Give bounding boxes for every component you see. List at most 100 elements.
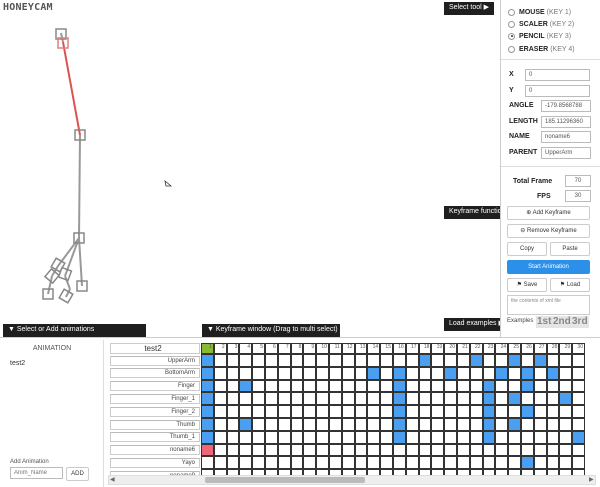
keyframe-cell[interactable] bbox=[354, 456, 368, 470]
keyframe-cell[interactable] bbox=[316, 379, 329, 393]
layer-name[interactable]: Finger bbox=[110, 381, 200, 392]
keyframe-cell[interactable] bbox=[572, 443, 585, 457]
keyframe-cell[interactable] bbox=[546, 418, 560, 431]
keyframe-cell[interactable] bbox=[367, 418, 381, 431]
keyframe-cell[interactable] bbox=[457, 430, 470, 444]
radio-icon-selected[interactable] bbox=[508, 32, 515, 40]
keyframe-cell[interactable] bbox=[367, 379, 381, 393]
name-input[interactable]: noname6 bbox=[541, 131, 591, 143]
keyframe-cell[interactable] bbox=[508, 418, 521, 431]
keyframe-cell[interactable] bbox=[213, 418, 227, 431]
keyframe-cell[interactable] bbox=[457, 354, 470, 367]
keyframe-cell[interactable] bbox=[201, 354, 214, 367]
keyframe-cell[interactable] bbox=[469, 430, 483, 444]
keyframe-cell[interactable] bbox=[226, 405, 240, 418]
keyframe-cell[interactable] bbox=[444, 379, 457, 393]
keyframe-cell[interactable] bbox=[277, 366, 291, 380]
keyframe-cell[interactable] bbox=[405, 366, 419, 380]
keyframe-cell[interactable] bbox=[444, 366, 457, 380]
keyframe-cell[interactable] bbox=[457, 379, 470, 393]
keyframe-cell[interactable] bbox=[572, 418, 585, 431]
keyframe-cell[interactable] bbox=[341, 430, 355, 444]
keyframe-cell[interactable] bbox=[316, 456, 329, 470]
keyframe-cell[interactable] bbox=[201, 418, 214, 431]
keyframe-cell[interactable] bbox=[393, 443, 406, 457]
keyframe-cell[interactable] bbox=[341, 379, 355, 393]
keyframe-cell[interactable] bbox=[495, 366, 509, 380]
keyframe-cell[interactable] bbox=[559, 392, 573, 406]
keyframe-cell[interactable] bbox=[303, 418, 317, 431]
keyframe-cell[interactable] bbox=[405, 443, 419, 457]
keyframe-cell[interactable] bbox=[572, 379, 585, 393]
keyframe-cell[interactable] bbox=[444, 430, 457, 444]
keyframe-cell[interactable] bbox=[226, 430, 240, 444]
keyframe-cell[interactable] bbox=[354, 443, 368, 457]
keyframe-cell[interactable] bbox=[290, 405, 304, 418]
keyframe-cell[interactable] bbox=[380, 366, 393, 380]
keyframe-cell[interactable] bbox=[354, 418, 368, 431]
keyframe-cell[interactable] bbox=[508, 354, 521, 367]
keyframe-cell[interactable] bbox=[201, 456, 214, 470]
keyframe-cell[interactable] bbox=[252, 443, 265, 457]
keyframe-cell[interactable] bbox=[418, 443, 432, 457]
keyframe-cell[interactable] bbox=[354, 366, 368, 380]
keyframe-cell[interactable] bbox=[329, 392, 342, 406]
keyframe-cell[interactable] bbox=[482, 456, 496, 470]
add-animation-button[interactable]: ADD bbox=[66, 467, 89, 481]
keyframe-cell[interactable] bbox=[572, 456, 585, 470]
keyframe-cell[interactable] bbox=[290, 354, 304, 367]
keyframe-cell[interactable] bbox=[469, 354, 483, 367]
keyframe-cell[interactable] bbox=[533, 430, 547, 444]
keyframe-cell[interactable] bbox=[546, 366, 560, 380]
keyframe-cell[interactable] bbox=[572, 430, 585, 444]
keyframe-cell[interactable] bbox=[533, 405, 547, 418]
keyframe-cell[interactable] bbox=[354, 430, 368, 444]
keyframe-cell[interactable] bbox=[508, 405, 521, 418]
keyframe-cell[interactable] bbox=[213, 379, 227, 393]
keyframe-cell[interactable] bbox=[252, 366, 265, 380]
keyframe-cell[interactable] bbox=[316, 366, 329, 380]
keyframe-cell[interactable] bbox=[341, 354, 355, 367]
keyframe-cell[interactable] bbox=[469, 405, 483, 418]
keyframe-cell[interactable] bbox=[265, 366, 278, 380]
keyframe-cell[interactable] bbox=[303, 443, 317, 457]
keyframe-cell[interactable] bbox=[444, 456, 457, 470]
keyframe-cell[interactable] bbox=[277, 354, 291, 367]
keyframe-cell[interactable] bbox=[393, 456, 406, 470]
tool-mouse[interactable]: MOUSE (KEY 1) bbox=[508, 6, 571, 18]
keyframe-cell[interactable] bbox=[508, 456, 521, 470]
keyframe-cell[interactable] bbox=[303, 392, 317, 406]
keyframe-cell[interactable] bbox=[482, 354, 496, 367]
keyframe-cell[interactable] bbox=[457, 405, 470, 418]
keyframe-cell[interactable] bbox=[354, 354, 368, 367]
keyframe-cell[interactable] bbox=[265, 418, 278, 431]
keyframe-cell[interactable] bbox=[444, 392, 457, 406]
keyframe-cell[interactable] bbox=[367, 366, 381, 380]
keyframe-cell[interactable] bbox=[277, 430, 291, 444]
start-animation-button[interactable]: Start Animation bbox=[507, 260, 590, 274]
keyframe-cell[interactable] bbox=[239, 366, 253, 380]
radio-icon[interactable] bbox=[508, 45, 515, 53]
keyframe-cell[interactable] bbox=[457, 443, 470, 457]
keyframe-cell[interactable] bbox=[329, 354, 342, 367]
keyframe-cell[interactable] bbox=[226, 418, 240, 431]
layer-name[interactable]: Finger_1 bbox=[110, 393, 200, 404]
keyframe-cell[interactable] bbox=[559, 418, 573, 431]
keyframe-cell[interactable] bbox=[367, 354, 381, 367]
keyframe-cell[interactable] bbox=[469, 443, 483, 457]
keyframe-cell[interactable] bbox=[469, 379, 483, 393]
keyframe-cell[interactable] bbox=[316, 418, 329, 431]
keyframe-cell[interactable] bbox=[252, 405, 265, 418]
remove-keyframe-button[interactable]: ⊖ Remove Keyframe bbox=[507, 224, 590, 238]
tool-scaler[interactable]: SCALER (KEY 2) bbox=[508, 18, 574, 30]
keyframe-cell[interactable] bbox=[367, 405, 381, 418]
keyframe-cell[interactable] bbox=[559, 430, 573, 444]
keyframe-cell[interactable] bbox=[533, 379, 547, 393]
keyframe-cell[interactable] bbox=[405, 430, 419, 444]
keyframe-cell[interactable] bbox=[482, 392, 496, 406]
keyframe-cell[interactable] bbox=[508, 366, 521, 380]
keyframe-cell[interactable] bbox=[239, 443, 253, 457]
keyframe-cell[interactable] bbox=[495, 443, 509, 457]
keyframe-cell[interactable] bbox=[431, 456, 445, 470]
scrollbar-thumb[interactable] bbox=[205, 477, 365, 483]
